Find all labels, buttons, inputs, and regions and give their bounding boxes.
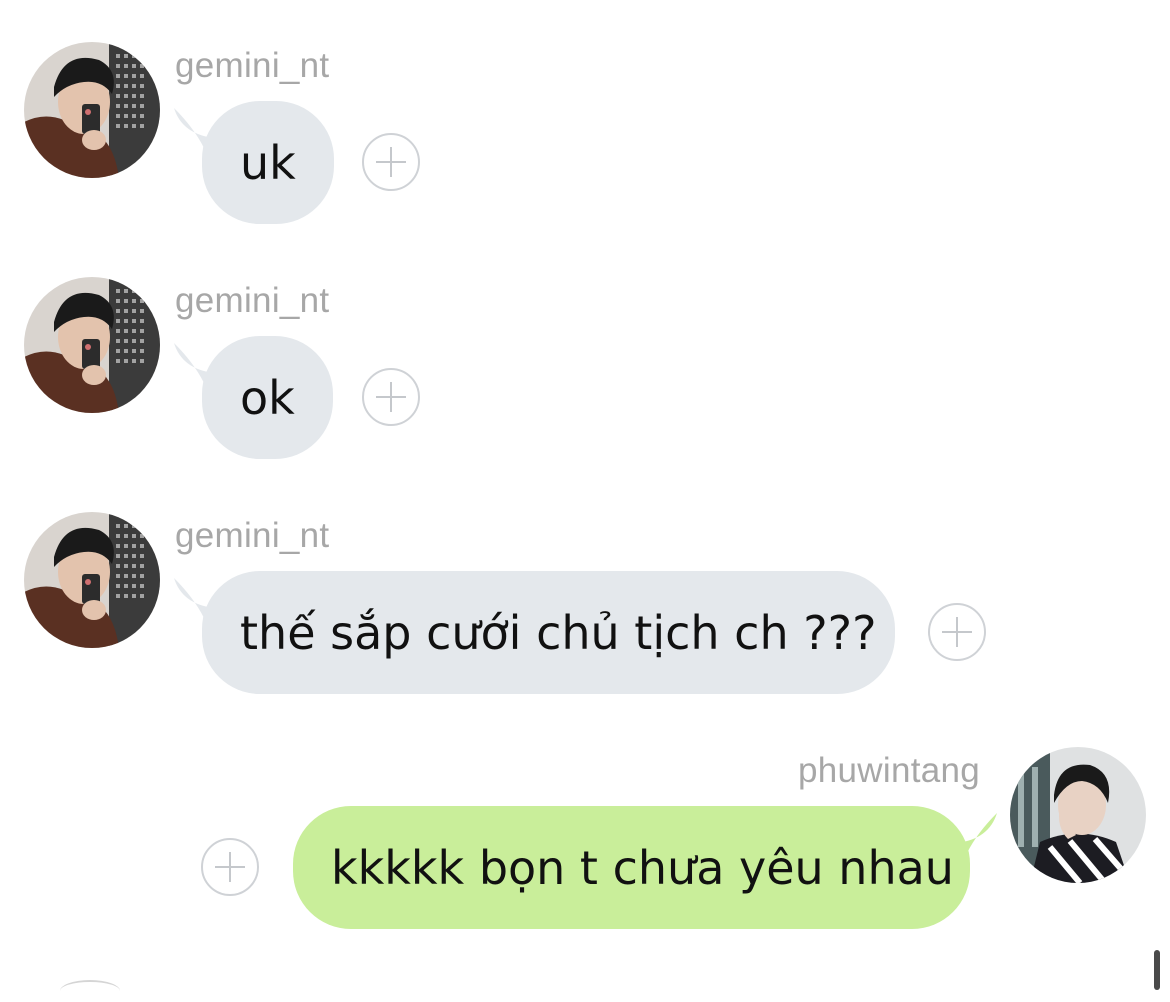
message-text: thế sắp cưới chủ tịch ch ??? xyxy=(240,605,877,660)
sender-avatar[interactable] xyxy=(1010,747,1146,883)
sender-name: gemini_nt xyxy=(175,46,330,85)
message-row: phuwintang kkkkk bọn t chưa yêu nhau xyxy=(0,705,1170,929)
partial-avatar xyxy=(60,980,120,1002)
plus-circle-icon[interactable] xyxy=(362,368,420,426)
sender-avatar[interactable] xyxy=(24,512,160,648)
sender-avatar[interactable] xyxy=(24,277,160,413)
message-bubble[interactable]: thế sắp cưới chủ tịch ch ??? xyxy=(202,571,895,694)
sender-name: phuwintang xyxy=(798,751,981,790)
plus-circle-icon[interactable] xyxy=(928,603,986,661)
message-text: uk xyxy=(240,135,296,190)
plus-circle-icon[interactable] xyxy=(201,838,259,896)
sender-name: gemini_nt xyxy=(175,281,330,320)
plus-circle-icon[interactable] xyxy=(362,133,420,191)
message-row: gemini_nt thế sắp cưới chủ tịch ch ??? xyxy=(0,470,1170,694)
message-text: kkkkk bọn t chưa yêu nhau xyxy=(331,840,954,895)
message-bubble[interactable]: kkkkk bọn t chưa yêu nhau xyxy=(293,806,970,929)
sender-avatar[interactable] xyxy=(24,42,160,178)
message-bubble[interactable]: uk xyxy=(202,101,334,224)
message-bubble[interactable]: ok xyxy=(202,336,333,459)
message-row: gemini_nt ok xyxy=(0,235,1170,459)
scrollbar[interactable] xyxy=(1154,950,1160,990)
message-text: ok xyxy=(240,370,295,425)
sender-name: gemini_nt xyxy=(175,516,330,555)
message-row: gemini_nt uk xyxy=(0,0,1170,224)
